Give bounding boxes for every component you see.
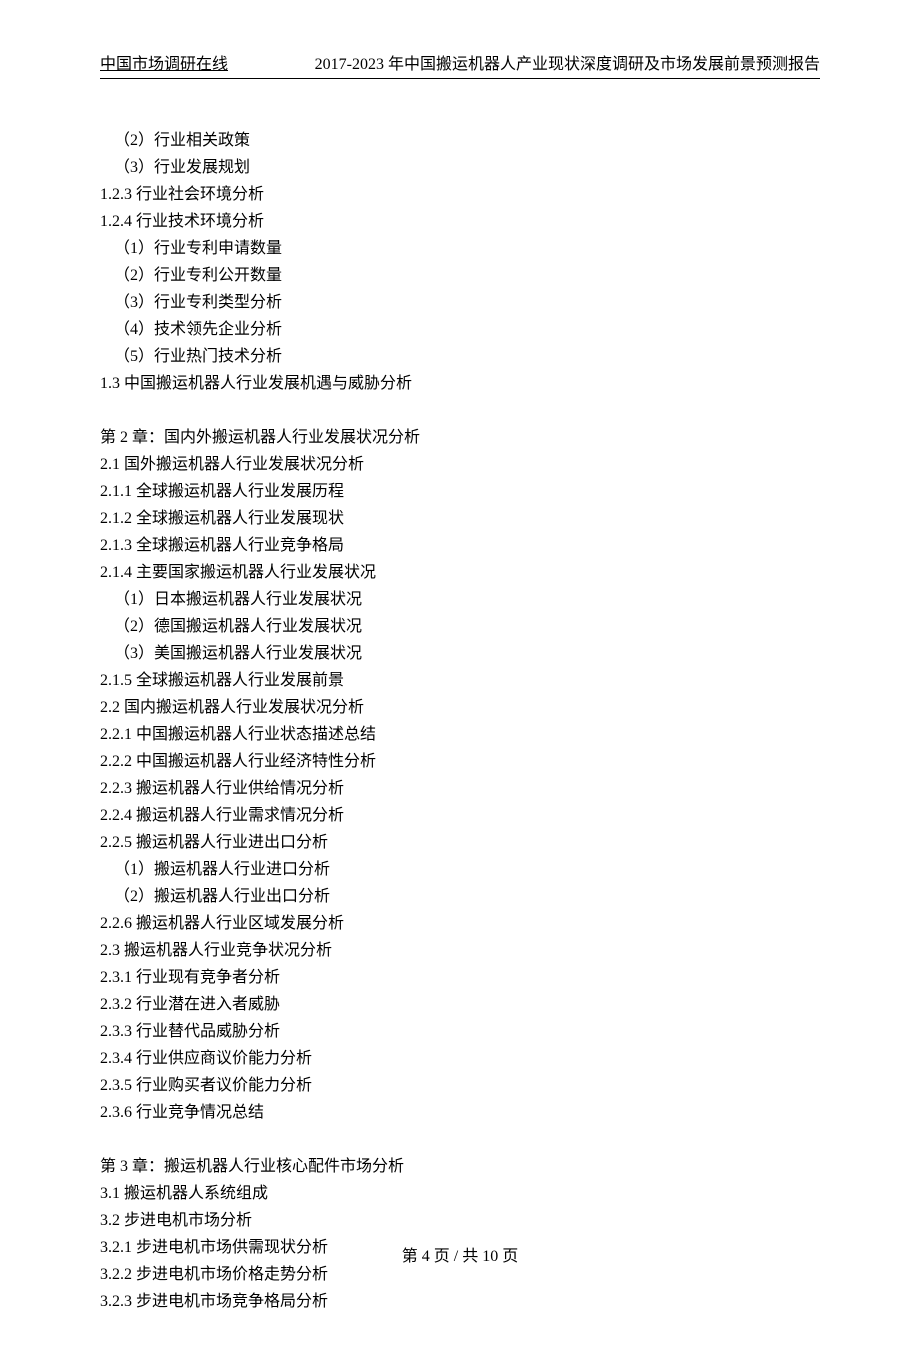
toc-item: 2.2.2 中国搬运机器人行业经济特性分析 bbox=[100, 748, 820, 775]
toc-item: （2）搬运机器人行业出口分析 bbox=[100, 883, 820, 910]
toc-item: （1）行业专利申请数量 bbox=[100, 235, 820, 262]
toc-item: （4）技术领先企业分析 bbox=[100, 316, 820, 343]
toc-item: 2.1.3 全球搬运机器人行业竞争格局 bbox=[100, 532, 820, 559]
toc-item: 2.1.1 全球搬运机器人行业发展历程 bbox=[100, 478, 820, 505]
toc-item: 2.3.3 行业替代品威胁分析 bbox=[100, 1018, 820, 1045]
header-title: 2017-2023 年中国搬运机器人产业现状深度调研及市场发展前景预测报告 bbox=[315, 50, 820, 74]
toc-item: 2.1.4 主要国家搬运机器人行业发展状况 bbox=[100, 559, 820, 586]
toc-item: 2.3.4 行业供应商议价能力分析 bbox=[100, 1045, 820, 1072]
header-source: 中国市场调研在线 bbox=[100, 50, 228, 74]
toc-item: 2.3.1 行业现有竞争者分析 bbox=[100, 964, 820, 991]
toc-item: 1.2.3 行业社会环境分析 bbox=[100, 181, 820, 208]
page-header: 中国市场调研在线 2017-2023 年中国搬运机器人产业现状深度调研及市场发展… bbox=[100, 50, 820, 79]
toc-item: 2.2.5 搬运机器人行业进出口分析 bbox=[100, 829, 820, 856]
page-footer: 第 4 页 / 共 10 页 bbox=[0, 1242, 920, 1266]
toc-item: 2.3 搬运机器人行业竞争状况分析 bbox=[100, 937, 820, 964]
toc-item: 2.3.2 行业潜在进入者威胁 bbox=[100, 991, 820, 1018]
toc-item: （1）搬运机器人行业进口分析 bbox=[100, 856, 820, 883]
table-of-contents: （2）行业相关政策（3）行业发展规划1.2.3 行业社会环境分析1.2.4 行业… bbox=[100, 127, 820, 1315]
toc-item: （2）行业专利公开数量 bbox=[100, 262, 820, 289]
toc-item: （2）德国搬运机器人行业发展状况 bbox=[100, 613, 820, 640]
toc-item: 1.3 中国搬运机器人行业发展机遇与威胁分析 bbox=[100, 370, 820, 397]
toc-item: （2）行业相关政策 bbox=[100, 127, 820, 154]
blank-line bbox=[100, 1126, 820, 1153]
toc-item: 2.2.6 搬运机器人行业区域发展分析 bbox=[100, 910, 820, 937]
toc-item: （1）日本搬运机器人行业发展状况 bbox=[100, 586, 820, 613]
toc-item: 2.1.5 全球搬运机器人行业发展前景 bbox=[100, 667, 820, 694]
toc-item: 2.2 国内搬运机器人行业发展状况分析 bbox=[100, 694, 820, 721]
document-page: 中国市场调研在线 2017-2023 年中国搬运机器人产业现状深度调研及市场发展… bbox=[0, 0, 920, 1355]
toc-item: 3.1 搬运机器人系统组成 bbox=[100, 1180, 820, 1207]
toc-item: 2.1.2 全球搬运机器人行业发展现状 bbox=[100, 505, 820, 532]
toc-item: （3）美国搬运机器人行业发展状况 bbox=[100, 640, 820, 667]
toc-item: 第 3 章：搬运机器人行业核心配件市场分析 bbox=[100, 1153, 820, 1180]
toc-item: （3）行业发展规划 bbox=[100, 154, 820, 181]
toc-item: （5）行业热门技术分析 bbox=[100, 343, 820, 370]
toc-item: 3.2 步进电机市场分析 bbox=[100, 1207, 820, 1234]
toc-item: （3）行业专利类型分析 bbox=[100, 289, 820, 316]
toc-item: 1.2.4 行业技术环境分析 bbox=[100, 208, 820, 235]
toc-item: 2.2.3 搬运机器人行业供给情况分析 bbox=[100, 775, 820, 802]
toc-item: 2.3.6 行业竞争情况总结 bbox=[100, 1099, 820, 1126]
toc-item: 2.1 国外搬运机器人行业发展状况分析 bbox=[100, 451, 820, 478]
blank-line bbox=[100, 397, 820, 424]
toc-item: 2.2.4 搬运机器人行业需求情况分析 bbox=[100, 802, 820, 829]
toc-item: 第 2 章：国内外搬运机器人行业发展状况分析 bbox=[100, 424, 820, 451]
toc-item: 2.2.1 中国搬运机器人行业状态描述总结 bbox=[100, 721, 820, 748]
toc-item: 2.3.5 行业购买者议价能力分析 bbox=[100, 1072, 820, 1099]
